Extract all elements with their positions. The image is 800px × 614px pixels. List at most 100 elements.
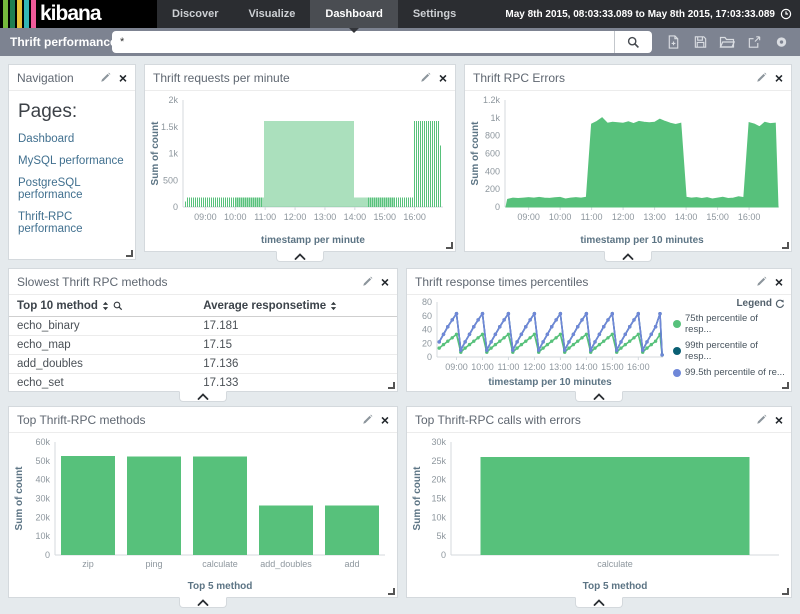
nav-tab-dashboard[interactable]: Dashboard [310,0,397,28]
collapse-panel-toggle[interactable] [276,251,324,262]
percentiles-line-chart[interactable]: 02040608009:0010:0011:0012:0013:0014:001… [411,296,669,389]
close-panel-button[interactable]: × [381,276,389,288]
nav-link-dashboard[interactable]: Dashboard [18,133,126,145]
requests-bar-chart[interactable]: 05001k1.5k2k09:0010:0011:0012:0013:0014:… [149,92,451,247]
edit-panel-button[interactable] [756,276,767,287]
search-icon[interactable] [113,301,123,311]
top-methods-bar-chart[interactable]: 010k20k30k40k50k60kzippingcalculateadd_d… [13,434,393,593]
gear-icon [774,34,789,50]
close-icon: × [775,72,783,84]
resize-handle[interactable] [126,250,133,257]
search-button[interactable] [614,31,652,53]
pencil-icon [362,276,373,287]
collapse-panel-toggle[interactable] [604,251,652,262]
sort-icon[interactable] [330,301,337,311]
svg-text:15:00: 15:00 [373,212,396,222]
share-dashboard-button[interactable] [745,32,763,52]
time-range-picker[interactable]: May 8th 2015, 08:03:33.089 to May 8th 20… [505,0,792,28]
close-panel-button[interactable]: × [439,72,447,84]
edit-panel-button[interactable] [420,72,431,83]
nav-tab-settings[interactable]: Settings [398,0,471,28]
edit-panel-button[interactable] [362,276,373,287]
errors-area-chart[interactable]: 02004006008001k1.2k09:0010:0011:0012:001… [469,92,787,247]
calls-with-errors-bar-chart[interactable]: 05k10k15k20k25k30kcalculateTop 5 methodS… [411,434,787,593]
svg-text:1.5k: 1.5k [161,122,179,132]
sort-icon[interactable] [102,301,109,311]
svg-text:10:00: 10:00 [549,212,572,222]
edit-panel-button[interactable] [362,414,373,425]
nav-tab-visualize[interactable]: Visualize [233,0,310,28]
svg-text:10k: 10k [431,512,446,522]
nav-tab-discover[interactable]: Discover [157,0,233,28]
table-row: echo_map17.15 [9,336,397,355]
legend-label: 99th percentile of resp... [685,340,785,362]
slowest-methods-table: Top 10 method Average responsetime echo_… [9,295,397,392]
svg-text:1.2k: 1.2k [483,95,501,105]
pencil-icon [756,276,767,287]
nav-link-thrift-rpc-performance[interactable]: Thrift-RPC performance [18,211,126,235]
table-row: echo_set17.133 [9,374,397,393]
edit-panel-button[interactable] [100,72,111,83]
pencil-icon [362,414,373,425]
navigation-links: Dashboard MySQL performance PostgreSQL per… [18,133,126,235]
collapse-panel-toggle[interactable] [575,597,623,608]
query-bar: Thrift performance [0,28,800,56]
resize-handle[interactable] [782,588,789,595]
edit-panel-button[interactable] [756,72,767,83]
close-panel-button[interactable]: × [381,414,389,426]
resize-handle[interactable] [782,382,789,389]
svg-text:40k: 40k [35,475,50,485]
chevron-up-icon [294,253,306,260]
legend-dot [673,347,681,355]
chevron-up-icon [197,393,209,400]
chevron-up-icon [593,599,605,606]
column-header-responsetime[interactable]: Average responsetime [195,295,397,317]
svg-text:add: add [344,559,359,569]
legend-item[interactable]: 99th percentile of resp... [673,340,785,362]
panel-navigation: Navigation × Pages: DashboardMySQL perfo… [8,64,136,260]
close-panel-button[interactable]: × [119,72,127,84]
save-dashboard-button[interactable] [691,32,709,52]
open-folder-icon [719,34,735,50]
collapse-panel-toggle[interactable] [179,597,227,608]
resize-handle[interactable] [782,242,789,249]
nav-link-mysql-performance[interactable]: MySQL performance [18,155,126,167]
pages-heading: Pages: [18,101,126,123]
collapse-panel-toggle[interactable] [179,391,227,402]
dashboard-title: Thrift performance [10,28,117,56]
table-cell: 17.133 [195,374,397,393]
svg-text:800: 800 [485,131,500,141]
legend-item[interactable]: 99.5th percentile of re... [673,367,785,378]
collapse-panel-toggle[interactable] [575,391,623,402]
resize-handle[interactable] [388,588,395,595]
resize-handle[interactable] [388,382,395,389]
close-icon: × [775,276,783,288]
close-panel-button[interactable]: × [775,414,783,426]
query-input[interactable] [112,31,614,53]
svg-text:30k: 30k [35,494,50,504]
legend-item[interactable]: 75th percentile of resp... [673,313,785,335]
svg-text:10:00: 10:00 [224,212,247,222]
legend-header[interactable]: Legend [673,298,785,309]
svg-text:10k: 10k [35,531,50,541]
panel-top-methods: Top Thrift-RPC methods × 010k20k30k40k50… [8,406,398,598]
nav-link-postgresql-performance[interactable]: PostgreSQL performance [18,177,126,201]
resize-handle[interactable] [446,242,453,249]
close-panel-button[interactable]: × [775,276,783,288]
panel-title: Slowest Thrift RPC methods [17,275,362,289]
new-dashboard-button[interactable] [664,32,682,52]
column-header-method[interactable]: Top 10 method [9,295,195,317]
edit-panel-button[interactable] [756,414,767,425]
svg-text:calculate: calculate [202,559,238,569]
legend-label: 99.5th percentile of re... [685,367,785,378]
svg-text:30k: 30k [431,437,446,447]
table-cell: echo_binary [9,317,195,336]
time-range-text: May 8th 2015, 08:03:33.089 to May 8th 20… [505,9,775,20]
svg-text:80: 80 [422,297,432,307]
svg-text:600: 600 [485,149,500,159]
close-panel-button[interactable]: × [775,72,783,84]
svg-text:11:00: 11:00 [254,212,276,222]
kibana-logo[interactable]: kibana [0,0,157,28]
load-dashboard-button[interactable] [718,32,736,52]
filter-options-button[interactable] [772,32,790,52]
